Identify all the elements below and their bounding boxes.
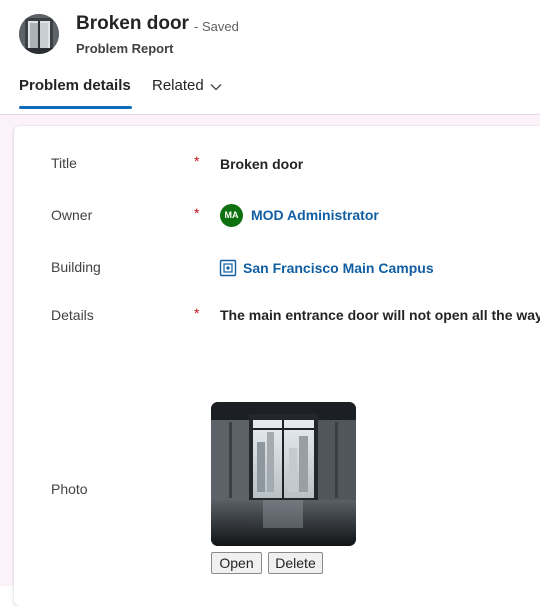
record-header: Broken door - Saved Problem Report [0, 0, 540, 62]
title-value[interactable]: Broken door [220, 156, 303, 172]
photo-label: Photo [51, 481, 88, 497]
delete-photo-button[interactable]: Delete [268, 552, 323, 574]
tab-related[interactable]: Related [152, 77, 222, 95]
active-tab-indicator [19, 106, 132, 109]
owner-label: Owner [51, 207, 93, 223]
title-label: Title [51, 155, 77, 171]
tab-label: Problem details [19, 77, 131, 94]
tab-label: Related [152, 77, 204, 94]
building-label: Building [51, 259, 101, 275]
building-icon [219, 259, 237, 277]
record-title: Broken door [76, 13, 189, 34]
chevron-down-icon [210, 78, 222, 95]
required-marker: * [194, 305, 200, 321]
tab-list: Problem details Related [0, 64, 540, 110]
details-value[interactable]: The main entrance door will not open all… [220, 307, 540, 323]
entity-name: Problem Report [76, 41, 174, 56]
photo-image [211, 402, 356, 546]
details-label: Details [51, 307, 94, 323]
record-image-icon [19, 14, 59, 54]
required-marker: * [194, 205, 200, 221]
tab-problem-details[interactable]: Problem details [19, 77, 131, 94]
required-marker: * [194, 153, 200, 169]
save-status: - Saved [194, 19, 239, 34]
building-link[interactable]: San Francisco Main Campus [243, 260, 434, 276]
owner-avatar: MA [220, 204, 243, 227]
open-photo-button[interactable]: Open [211, 552, 262, 574]
owner-link[interactable]: MOD Administrator [251, 207, 379, 223]
